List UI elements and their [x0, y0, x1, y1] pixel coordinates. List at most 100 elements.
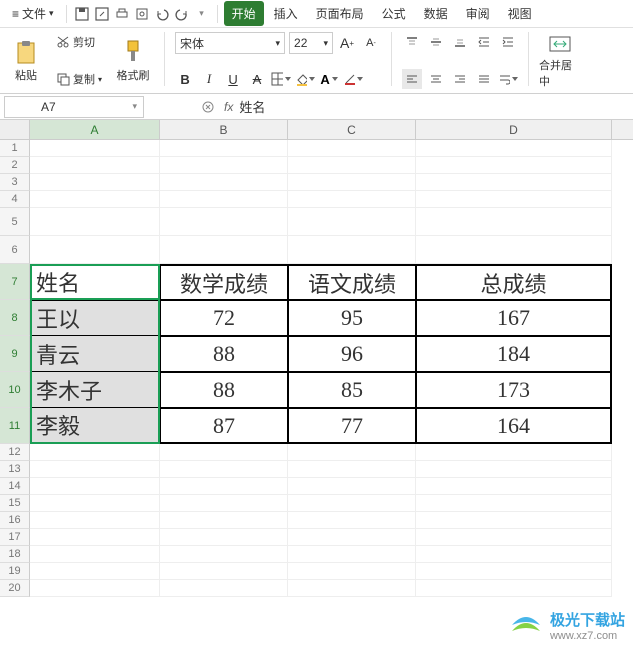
- cell[interactable]: [30, 264, 160, 300]
- font-color-button[interactable]: A: [319, 69, 339, 89]
- cell[interactable]: [416, 191, 612, 208]
- italic-button[interactable]: I: [199, 69, 219, 89]
- row-header[interactable]: 17: [0, 529, 30, 546]
- cell[interactable]: 184: [416, 336, 612, 372]
- cell[interactable]: [416, 157, 612, 174]
- border-button[interactable]: [271, 69, 291, 89]
- cancel-formula-icon[interactable]: [198, 97, 218, 117]
- row-header[interactable]: 7: [0, 264, 30, 300]
- undo-icon[interactable]: [153, 5, 171, 23]
- col-header-B[interactable]: B: [160, 120, 288, 139]
- row-header[interactable]: 10: [0, 372, 30, 408]
- fx-icon[interactable]: fx: [224, 100, 233, 114]
- cell[interactable]: [416, 495, 612, 512]
- cell[interactable]: [288, 512, 416, 529]
- cell[interactable]: [288, 478, 416, 495]
- cell[interactable]: [160, 191, 288, 208]
- wrap-text-icon[interactable]: [498, 69, 518, 89]
- cell[interactable]: [30, 546, 160, 563]
- cell[interactable]: [416, 580, 612, 597]
- merge-center-button[interactable]: 合并居中: [539, 32, 581, 90]
- cell[interactable]: [288, 495, 416, 512]
- format-painter-button[interactable]: 格式刷: [112, 32, 154, 90]
- cell[interactable]: [30, 157, 160, 174]
- cell[interactable]: [288, 580, 416, 597]
- font-size-select[interactable]: 22 ▾: [289, 32, 333, 54]
- cell[interactable]: [160, 174, 288, 191]
- cell[interactable]: [416, 208, 612, 236]
- align-bottom-icon[interactable]: [450, 32, 470, 52]
- bold-button[interactable]: B: [175, 69, 195, 89]
- cell[interactable]: [30, 208, 160, 236]
- cell[interactable]: [160, 478, 288, 495]
- row-header[interactable]: 12: [0, 444, 30, 461]
- cell[interactable]: [30, 563, 160, 580]
- cell[interactable]: [288, 563, 416, 580]
- cell[interactable]: [30, 478, 160, 495]
- row-header[interactable]: 14: [0, 478, 30, 495]
- cell[interactable]: [160, 512, 288, 529]
- cell[interactable]: [416, 546, 612, 563]
- col-header-D[interactable]: D: [416, 120, 612, 139]
- save-icon[interactable]: [73, 5, 91, 23]
- cell[interactable]: 数学成绩: [160, 264, 288, 300]
- cell[interactable]: [30, 191, 160, 208]
- cell[interactable]: 85: [288, 372, 416, 408]
- cell[interactable]: 总成绩: [416, 264, 612, 300]
- cell[interactable]: [160, 208, 288, 236]
- cell[interactable]: 72: [160, 300, 288, 336]
- justify-icon[interactable]: [474, 69, 494, 89]
- cell[interactable]: [416, 174, 612, 191]
- col-header-A[interactable]: A: [30, 120, 160, 139]
- cell[interactable]: [160, 461, 288, 478]
- paste-button[interactable]: 粘贴: [6, 32, 46, 90]
- row-header[interactable]: 6: [0, 236, 30, 264]
- cell[interactable]: 87: [160, 408, 288, 444]
- cell[interactable]: [288, 157, 416, 174]
- cell[interactable]: [160, 495, 288, 512]
- redo-icon[interactable]: [173, 5, 191, 23]
- row-header[interactable]: 1: [0, 140, 30, 157]
- row-header[interactable]: 19: [0, 563, 30, 580]
- row-header[interactable]: 13: [0, 461, 30, 478]
- cell[interactable]: [416, 512, 612, 529]
- cell[interactable]: [288, 529, 416, 546]
- name-box[interactable]: A7 ▾: [4, 96, 144, 118]
- align-top-icon[interactable]: [402, 32, 422, 52]
- cell[interactable]: [288, 191, 416, 208]
- tab-view[interactable]: 视图: [500, 1, 540, 26]
- chevron-down-icon[interactable]: ▾: [193, 5, 211, 23]
- decrease-indent-icon[interactable]: [474, 32, 494, 52]
- cell[interactable]: 88: [160, 372, 288, 408]
- row-header[interactable]: 11: [0, 408, 30, 444]
- cell[interactable]: 167: [416, 300, 612, 336]
- save-as-icon[interactable]: [93, 5, 111, 23]
- tab-insert[interactable]: 插入: [266, 1, 306, 26]
- cell[interactable]: [30, 236, 160, 264]
- cell[interactable]: [30, 444, 160, 461]
- cell[interactable]: [416, 461, 612, 478]
- formula-value[interactable]: 姓名: [239, 97, 265, 116]
- cell[interactable]: [288, 546, 416, 563]
- select-all-corner[interactable]: [0, 120, 30, 139]
- tab-data[interactable]: 数据: [416, 1, 456, 26]
- align-center-icon[interactable]: [426, 69, 446, 89]
- tab-start[interactable]: 开始: [224, 1, 264, 26]
- strikethrough-button[interactable]: A: [247, 69, 267, 89]
- cell[interactable]: [416, 563, 612, 580]
- increase-indent-icon[interactable]: [498, 32, 518, 52]
- cell[interactable]: [160, 529, 288, 546]
- cell[interactable]: 77: [288, 408, 416, 444]
- tab-review[interactable]: 审阅: [458, 1, 498, 26]
- cell[interactable]: [160, 236, 288, 264]
- underline-button[interactable]: U: [223, 69, 243, 89]
- row-header[interactable]: 8: [0, 300, 30, 336]
- cell[interactable]: 88: [160, 336, 288, 372]
- cell[interactable]: [416, 529, 612, 546]
- cell[interactable]: [30, 512, 160, 529]
- tab-formula[interactable]: 公式: [374, 1, 414, 26]
- print-preview-icon[interactable]: [133, 5, 151, 23]
- cell[interactable]: [160, 140, 288, 157]
- cell[interactable]: [160, 580, 288, 597]
- cell[interactable]: [30, 461, 160, 478]
